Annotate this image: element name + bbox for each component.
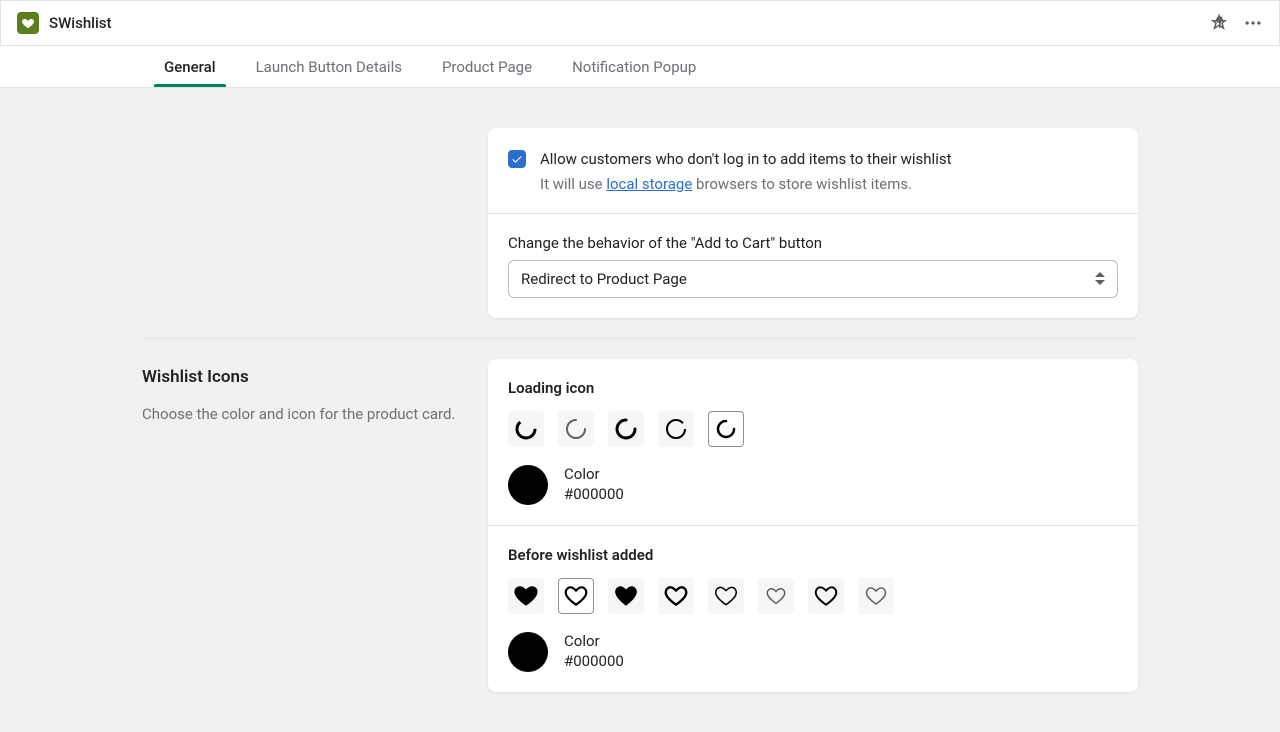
- loading-icon-row: [508, 411, 1118, 447]
- before-icon-heading: Before wishlist added: [508, 546, 1118, 564]
- before-color-row: Color #000000: [508, 632, 1118, 672]
- atc-select-value: Redirect to Product Page: [521, 270, 687, 288]
- wishlist-icons-right: Loading icon: [488, 359, 1138, 692]
- section-wishlist-icons: Wishlist Icons Choose the color and icon…: [142, 338, 1138, 712]
- allow-guest-checkbox-row: Allow customers who don't log in to add …: [508, 148, 1118, 193]
- before-color-value: #000000: [564, 652, 624, 672]
- wishlist-icons-title: Wishlist Icons: [142, 367, 468, 387]
- before-icon-option-5[interactable]: [708, 578, 744, 614]
- tabs: General Launch Button Details Product Pa…: [0, 46, 1280, 88]
- wishlist-icons-desc: Choose the color and icon for the produc…: [142, 403, 468, 426]
- select-arrow-icon: [1095, 272, 1105, 285]
- heart-outline-icon: [563, 583, 589, 609]
- spinner-icon: [714, 417, 738, 441]
- help-suffix: browsers to store wishlist items.: [692, 175, 912, 193]
- content: Allow customers who don't log in to add …: [0, 88, 1280, 732]
- check-icon: [511, 153, 523, 165]
- header-right: [1209, 13, 1263, 33]
- loading-icon-option-1[interactable]: [508, 411, 544, 447]
- loading-icon-option-5[interactable]: [708, 411, 744, 447]
- help-prefix: It will use: [540, 175, 606, 193]
- section-behavior: Allow customers who don't log in to add …: [142, 108, 1138, 338]
- before-icon-option-3[interactable]: [608, 578, 644, 614]
- behavior-atc-block: Change the behavior of the "Add to Cart"…: [488, 213, 1138, 318]
- heart-outline-icon: [813, 583, 839, 609]
- header-left: SWishlist: [17, 12, 112, 34]
- heart-filled-icon: [513, 583, 539, 609]
- allow-guest-checkbox[interactable]: [508, 150, 526, 168]
- before-icon-option-6[interactable]: [758, 578, 794, 614]
- heart-outline-icon: [663, 583, 689, 609]
- before-color-label: Color: [564, 632, 624, 652]
- loading-color-text: Color #000000: [564, 465, 624, 504]
- loading-icon-block: Loading icon: [488, 359, 1138, 525]
- before-icon-option-7[interactable]: [808, 578, 844, 614]
- before-icon-option-8[interactable]: [858, 578, 894, 614]
- spinner-icon: [514, 417, 538, 441]
- loading-icon-option-3[interactable]: [608, 411, 644, 447]
- before-icon-option-4[interactable]: [658, 578, 694, 614]
- heart-outline-icon: [713, 583, 739, 609]
- app-title: SWishlist: [49, 14, 112, 32]
- wishlist-icons-card: Loading icon: [488, 359, 1138, 692]
- before-color-swatch[interactable]: [508, 632, 548, 672]
- tab-general[interactable]: General: [144, 46, 236, 87]
- loading-color-swatch[interactable]: [508, 465, 548, 505]
- allow-guest-help: It will use local storage browsers to st…: [540, 175, 952, 193]
- loading-color-value: #000000: [564, 485, 624, 505]
- before-icon-option-1[interactable]: [508, 578, 544, 614]
- local-storage-link[interactable]: local storage: [606, 175, 692, 193]
- heart-outline-icon: [864, 584, 888, 608]
- allow-guest-text: Allow customers who don't log in to add …: [540, 148, 952, 193]
- spinner-icon: [664, 417, 688, 441]
- loading-color-label: Color: [564, 465, 624, 485]
- tab-product-page[interactable]: Product Page: [422, 46, 552, 87]
- wishlist-icons-left: Wishlist Icons Choose the color and icon…: [142, 359, 468, 692]
- spinner-icon: [614, 417, 638, 441]
- app-logo: [17, 12, 39, 34]
- layout: Allow customers who don't log in to add …: [142, 108, 1138, 712]
- spinner-icon: [564, 417, 588, 441]
- allow-guest-label: Allow customers who don't log in to add …: [540, 148, 952, 171]
- before-color-text: Color #000000: [564, 632, 624, 671]
- loading-icon-option-4[interactable]: [658, 411, 694, 447]
- atc-label: Change the behavior of the "Add to Cart"…: [508, 234, 1118, 252]
- section-behavior-left: [142, 128, 468, 318]
- tab-notification-popup[interactable]: Notification Popup: [552, 46, 716, 87]
- section-behavior-right: Allow customers who don't log in to add …: [488, 128, 1138, 318]
- before-icon-option-2[interactable]: [558, 578, 594, 614]
- loading-color-row: Color #000000: [508, 465, 1118, 505]
- behavior-checkbox-block: Allow customers who don't log in to add …: [488, 128, 1138, 213]
- pin-icon[interactable]: [1209, 13, 1229, 33]
- before-icon-row: [508, 578, 1118, 614]
- tab-launch-button[interactable]: Launch Button Details: [236, 46, 422, 87]
- heart-icon: [21, 16, 35, 30]
- before-icon-block: Before wishlist added: [488, 525, 1138, 692]
- app-header: SWishlist: [0, 0, 1280, 46]
- heart-outline-icon: [765, 585, 787, 607]
- heart-filled-icon: [613, 583, 639, 609]
- loading-icon-option-2[interactable]: [558, 411, 594, 447]
- loading-icon-heading: Loading icon: [508, 379, 1118, 397]
- atc-select[interactable]: Redirect to Product Page: [508, 260, 1118, 298]
- more-icon[interactable]: [1243, 13, 1263, 33]
- behavior-card: Allow customers who don't log in to add …: [488, 128, 1138, 318]
